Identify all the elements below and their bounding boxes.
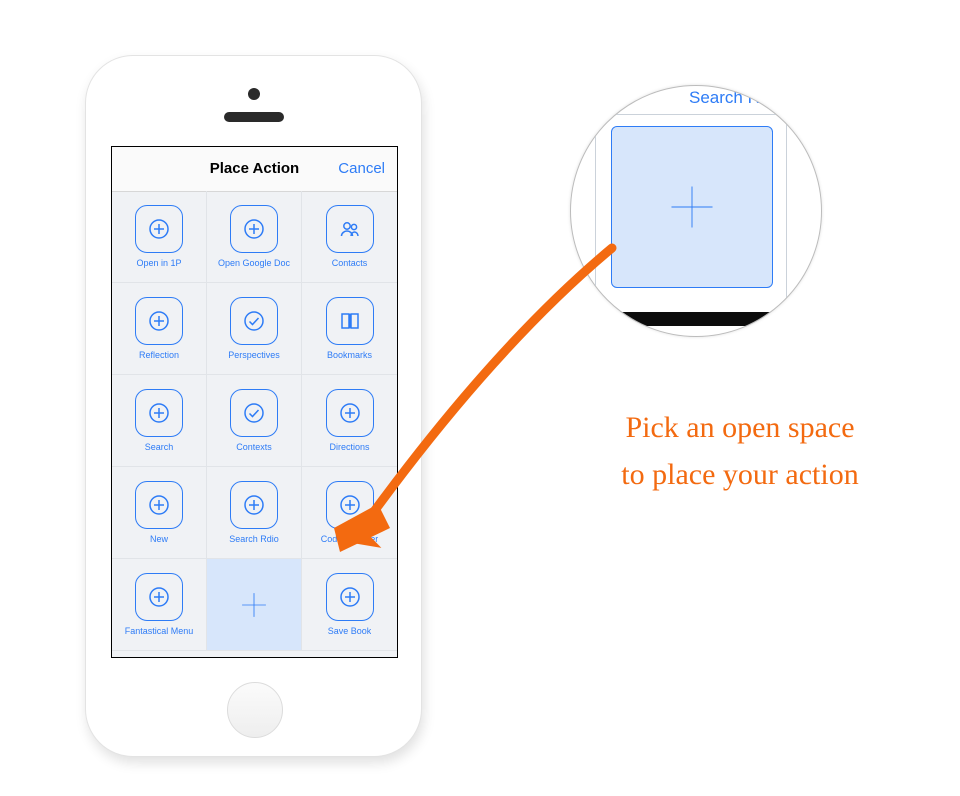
tile-label: Search — [145, 443, 174, 453]
tile-label: Search Rdio — [229, 535, 279, 545]
caption-line-2: to place your action — [560, 452, 920, 499]
tile-label: Fantastical Menu — [125, 627, 194, 637]
tile-fantastical-menu[interactable]: Fantastical Menu — [112, 559, 207, 651]
contacts-icon — [326, 205, 374, 253]
annotation-caption: Pick an open space to place your action — [560, 405, 920, 498]
lens-gridline — [571, 114, 821, 115]
plus-icon — [135, 297, 183, 345]
check-icon — [230, 389, 278, 437]
lens-bottom-bar — [571, 312, 821, 326]
tile-search[interactable]: Search — [112, 375, 207, 467]
tile-directions[interactable]: Directions — [302, 375, 397, 467]
tile-label: Contexts — [236, 443, 272, 453]
tile-label: Contacts — [332, 259, 368, 269]
tile-code-scanner[interactable]: Code Scanner — [302, 467, 397, 559]
tile-label: Bookmarks — [327, 351, 372, 361]
tile-label: Directions — [329, 443, 369, 453]
tile-open-in-1p[interactable]: Open in 1P — [112, 191, 207, 283]
tile-label: Perspectives — [228, 351, 280, 361]
plus-icon — [209, 563, 299, 646]
plus-icon — [326, 481, 374, 529]
lens-gridline — [595, 114, 596, 304]
tile-contexts[interactable]: Contexts — [207, 375, 302, 467]
book-icon — [326, 297, 374, 345]
lens-left-letter: u — [579, 286, 587, 303]
tile-new[interactable]: New — [112, 467, 207, 559]
navbar: Place Action Cancel — [112, 147, 397, 192]
plus-icon — [230, 481, 278, 529]
magnifier-lens: Search Rdio u — [570, 85, 822, 337]
action-grid: Open in 1P Open Google Doc Contacts Refl… — [112, 191, 397, 657]
plus-icon — [135, 573, 183, 621]
plus-icon — [326, 573, 374, 621]
phone-camera — [248, 88, 260, 100]
plus-icon — [664, 179, 720, 235]
lens-top-label: Search Rdio — [689, 88, 783, 108]
lens-gridline — [786, 114, 787, 304]
tile-bookmarks[interactable]: Bookmarks — [302, 283, 397, 375]
tile-perspectives[interactable]: Perspectives — [207, 283, 302, 375]
lens-empty-slot — [611, 126, 773, 288]
tile-label: Open in 1P — [136, 259, 181, 269]
tile-save-book[interactable]: Save Book — [302, 559, 397, 651]
phone-device: Place Action Cancel Open in 1P Open Goog… — [85, 55, 422, 757]
phone-earpiece — [224, 112, 284, 122]
plus-icon — [135, 389, 183, 437]
tile-label: Code Scanner — [321, 535, 379, 545]
plus-icon — [326, 389, 374, 437]
tile-search-rdio[interactable]: Search Rdio — [207, 467, 302, 559]
tile-contacts[interactable]: Contacts — [302, 191, 397, 283]
plus-icon — [135, 481, 183, 529]
tile-label: Open Google Doc — [218, 259, 290, 269]
tile-label: Reflection — [139, 351, 179, 361]
caption-line-1: Pick an open space — [560, 405, 920, 452]
tile-label: New — [150, 535, 168, 545]
plus-icon — [230, 205, 278, 253]
phone-screen: Place Action Cancel Open in 1P Open Goog… — [111, 146, 398, 658]
tile-reflection[interactable]: Reflection — [112, 283, 207, 375]
tile-label: Save Book — [328, 627, 372, 637]
check-icon — [230, 297, 278, 345]
cancel-button[interactable]: Cancel — [338, 147, 385, 191]
empty-slot[interactable] — [207, 559, 302, 651]
plus-icon — [135, 205, 183, 253]
home-button[interactable] — [227, 682, 283, 738]
tile-open-google-doc[interactable]: Open Google Doc — [207, 191, 302, 283]
